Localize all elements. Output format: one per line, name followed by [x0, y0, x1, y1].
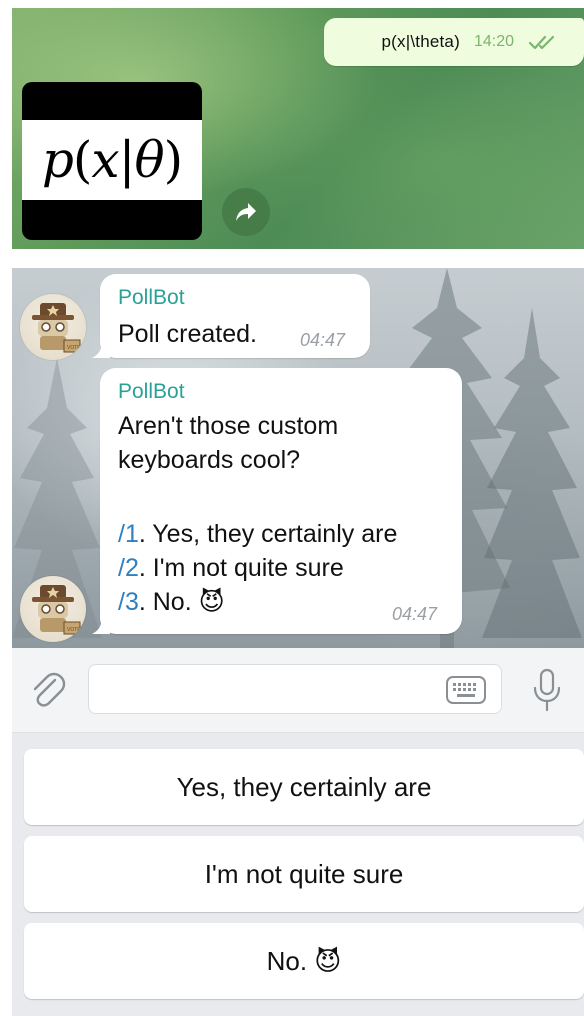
outgoing-message-bubble[interactable]: p(x|\theta) 14:20 [324, 18, 584, 66]
incoming-poll-message-bubble[interactable]: PollBot Aren't those custom keyboards co… [100, 368, 462, 634]
incoming-message-bubble[interactable]: PollBot Poll created. 04:47 [100, 274, 370, 358]
keyboard-button-no[interactable]: No. 😈 [24, 923, 584, 999]
chat-panel-top: p(x|\theta) 14:20 p(x|θ) [12, 8, 584, 249]
keyboard-button-not-sure[interactable]: I'm not quite sure [24, 836, 584, 912]
poll-option-2: /2. I'm not quite sure [118, 554, 344, 582]
message-text: Poll created. [118, 320, 257, 348]
background-tree-icon [482, 308, 582, 638]
bubble-tail [92, 616, 110, 634]
bot-avatar[interactable]: VOTE [20, 576, 86, 642]
formula-strip: p(x|θ) [22, 120, 202, 200]
chat-panel-bot: VOTE PollBot Poll created. 04:47 VOTE Po… [12, 268, 584, 648]
formula-text: p(x|θ) [41, 131, 183, 189]
forward-button[interactable] [222, 188, 270, 236]
message-line: keyboards cool? [118, 446, 301, 474]
bot-avatar[interactable]: VOTE [20, 294, 86, 360]
outgoing-message-time: 14:20 [473, 33, 514, 50]
poll-option-3: /3. No. 😈 [118, 588, 225, 616]
command-link-3[interactable]: /3 [118, 588, 139, 616]
keyboard-button-yes[interactable]: Yes, they certainly are [24, 749, 584, 825]
double-check-icon [528, 35, 555, 50]
message-time: 04:47 [300, 330, 346, 350]
message-input-bar [12, 648, 584, 733]
paperclip-icon[interactable] [28, 670, 68, 710]
svg-text:VOTE: VOTE [67, 345, 81, 351]
pollbot-avatar-icon: VOTE [32, 585, 81, 635]
command-link-1[interactable]: /1 [118, 520, 139, 548]
microphone-icon[interactable] [532, 668, 562, 712]
custom-keyboard: Yes, they certainly are I'm not quite su… [12, 733, 584, 1016]
message-sender[interactable]: PollBot [118, 286, 185, 310]
bubble-tail [92, 340, 110, 358]
command-link-2[interactable]: /2 [118, 554, 139, 582]
message-time: 04:47 [392, 604, 438, 624]
message-input[interactable] [88, 664, 502, 714]
message-sender[interactable]: PollBot [118, 380, 185, 404]
keyboard-icon[interactable] [446, 676, 486, 704]
outgoing-message-text: p(x|\theta) [381, 32, 460, 51]
poll-option-1: /1. Yes, they certainly are [118, 520, 398, 548]
pollbot-avatar-icon: VOTE [32, 303, 81, 353]
rendered-formula-image[interactable]: p(x|θ) [22, 82, 202, 240]
forward-arrow-icon [236, 203, 256, 221]
message-line: Aren't those custom [118, 412, 339, 440]
